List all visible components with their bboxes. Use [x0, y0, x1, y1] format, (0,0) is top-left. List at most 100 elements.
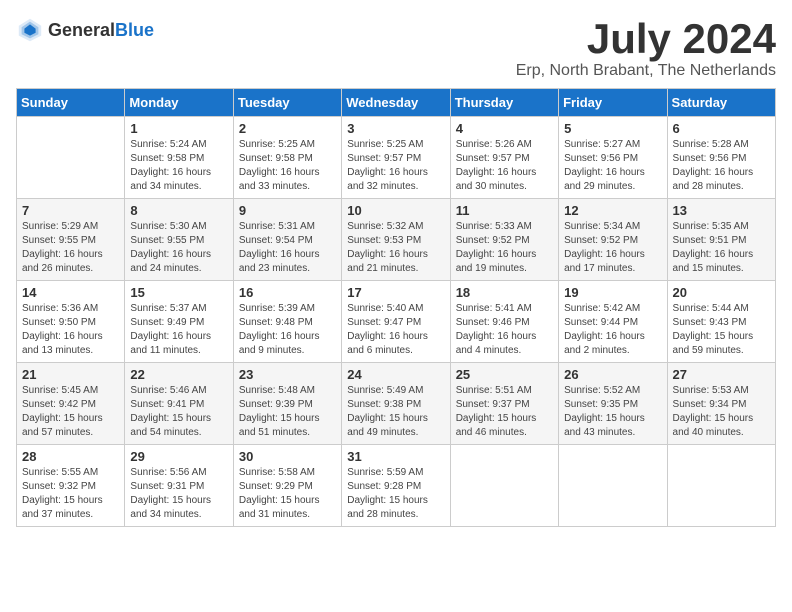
location-title: Erp, North Brabant, The Netherlands — [516, 62, 776, 80]
day-info: Sunrise: 5:33 AM Sunset: 9:52 PM Dayligh… — [456, 220, 553, 276]
day-number: 16 — [239, 285, 336, 300]
day-number: 20 — [673, 285, 770, 300]
day-number: 9 — [239, 203, 336, 218]
calendar-cell: 5 Sunrise: 5:27 AM Sunset: 9:56 PM Daylig… — [559, 117, 667, 199]
day-number: 30 — [239, 449, 336, 464]
day-info: Sunrise: 5:30 AM Sunset: 9:55 PM Dayligh… — [130, 220, 227, 276]
day-info: Sunrise: 5:28 AM Sunset: 9:56 PM Dayligh… — [673, 138, 770, 194]
day-info: Sunrise: 5:53 AM Sunset: 9:34 PM Dayligh… — [673, 384, 770, 440]
day-number: 27 — [673, 367, 770, 382]
day-info: Sunrise: 5:37 AM Sunset: 9:49 PM Dayligh… — [130, 302, 227, 358]
calendar-cell — [17, 117, 125, 199]
day-number: 12 — [564, 203, 661, 218]
calendar-cell: 3 Sunrise: 5:25 AM Sunset: 9:57 PM Daylig… — [342, 117, 450, 199]
calendar-cell: 24 Sunrise: 5:49 AM Sunset: 9:38 PM Dayli… — [342, 363, 450, 445]
header-day-friday: Friday — [559, 89, 667, 117]
calendar-cell: 29 Sunrise: 5:56 AM Sunset: 9:31 PM Dayli… — [125, 445, 233, 527]
day-info: Sunrise: 5:26 AM Sunset: 9:57 PM Dayligh… — [456, 138, 553, 194]
day-info: Sunrise: 5:44 AM Sunset: 9:43 PM Dayligh… — [673, 302, 770, 358]
day-info: Sunrise: 5:36 AM Sunset: 9:50 PM Dayligh… — [22, 302, 119, 358]
day-info: Sunrise: 5:56 AM Sunset: 9:31 PM Dayligh… — [130, 466, 227, 522]
logo-icon — [16, 16, 44, 44]
logo-text: GeneralBlue — [48, 20, 154, 41]
calendar-cell: 21Sunrise: 5:45 AM Sunset: 9:42 PM Dayli… — [17, 363, 125, 445]
day-info: Sunrise: 5:24 AM Sunset: 9:58 PM Dayligh… — [130, 138, 227, 194]
calendar-cell: 11 Sunrise: 5:33 AM Sunset: 9:52 PM Dayli… — [450, 199, 558, 281]
day-number: 3 — [347, 121, 444, 136]
day-info: Sunrise: 5:25 AM Sunset: 9:58 PM Dayligh… — [239, 138, 336, 194]
day-info: Sunrise: 5:58 AM Sunset: 9:29 PM Dayligh… — [239, 466, 336, 522]
calendar-cell — [450, 445, 558, 527]
day-number: 24 — [347, 367, 444, 382]
day-info: Sunrise: 5:45 AM Sunset: 9:42 PM Dayligh… — [22, 384, 119, 440]
day-info: Sunrise: 5:27 AM Sunset: 9:56 PM Dayligh… — [564, 138, 661, 194]
calendar-header: SundayMondayTuesdayWednesdayThursdayFrid… — [17, 89, 776, 117]
day-number: 7 — [22, 203, 119, 218]
day-number: 23 — [239, 367, 336, 382]
day-info: Sunrise: 5:34 AM Sunset: 9:52 PM Dayligh… — [564, 220, 661, 276]
header-day-sunday: Sunday — [17, 89, 125, 117]
calendar-table: SundayMondayTuesdayWednesdayThursdayFrid… — [16, 88, 776, 527]
logo-general: General — [48, 20, 115, 40]
day-number: 31 — [347, 449, 444, 464]
calendar-body: 1 Sunrise: 5:24 AM Sunset: 9:58 PM Daylig… — [17, 117, 776, 527]
calendar-cell: 2 Sunrise: 5:25 AM Sunset: 9:58 PM Daylig… — [233, 117, 341, 199]
day-info: Sunrise: 5:52 AM Sunset: 9:35 PM Dayligh… — [564, 384, 661, 440]
day-number: 26 — [564, 367, 661, 382]
day-info: Sunrise: 5:49 AM Sunset: 9:38 PM Dayligh… — [347, 384, 444, 440]
day-number: 8 — [130, 203, 227, 218]
day-info: Sunrise: 5:42 AM Sunset: 9:44 PM Dayligh… — [564, 302, 661, 358]
calendar-cell: 26 Sunrise: 5:52 AM Sunset: 9:35 PM Dayli… — [559, 363, 667, 445]
day-info: Sunrise: 5:31 AM Sunset: 9:54 PM Dayligh… — [239, 220, 336, 276]
calendar-cell: 15 Sunrise: 5:37 AM Sunset: 9:49 PM Dayli… — [125, 281, 233, 363]
day-number: 5 — [564, 121, 661, 136]
calendar-cell: 18Sunrise: 5:41 AM Sunset: 9:46 PM Dayli… — [450, 281, 558, 363]
day-info: Sunrise: 5:51 AM Sunset: 9:37 PM Dayligh… — [456, 384, 553, 440]
day-number: 29 — [130, 449, 227, 464]
week-row-5: 28Sunrise: 5:55 AM Sunset: 9:32 PM Dayli… — [17, 445, 776, 527]
header-day-wednesday: Wednesday — [342, 89, 450, 117]
calendar-cell: 17Sunrise: 5:40 AM Sunset: 9:47 PM Dayli… — [342, 281, 450, 363]
page-header: GeneralBlue July 2024 Erp, North Brabant… — [16, 16, 776, 80]
day-number: 2 — [239, 121, 336, 136]
calendar-cell: 6Sunrise: 5:28 AM Sunset: 9:56 PM Daylig… — [667, 117, 775, 199]
calendar-cell: 10Sunrise: 5:32 AM Sunset: 9:53 PM Dayli… — [342, 199, 450, 281]
day-info: Sunrise: 5:59 AM Sunset: 9:28 PM Dayligh… — [347, 466, 444, 522]
calendar-cell: 12 Sunrise: 5:34 AM Sunset: 9:52 PM Dayli… — [559, 199, 667, 281]
calendar-cell: 16Sunrise: 5:39 AM Sunset: 9:48 PM Dayli… — [233, 281, 341, 363]
header-day-saturday: Saturday — [667, 89, 775, 117]
day-number: 1 — [130, 121, 227, 136]
calendar-cell: 20 Sunrise: 5:44 AM Sunset: 9:43 PM Dayli… — [667, 281, 775, 363]
week-row-3: 14 Sunrise: 5:36 AM Sunset: 9:50 PM Dayli… — [17, 281, 776, 363]
week-row-1: 1 Sunrise: 5:24 AM Sunset: 9:58 PM Daylig… — [17, 117, 776, 199]
calendar-cell: 9 Sunrise: 5:31 AM Sunset: 9:54 PM Daylig… — [233, 199, 341, 281]
week-row-2: 7Sunrise: 5:29 AM Sunset: 9:55 PM Daylig… — [17, 199, 776, 281]
calendar-cell — [559, 445, 667, 527]
calendar-cell: 31 Sunrise: 5:59 AM Sunset: 9:28 PM Dayli… — [342, 445, 450, 527]
calendar-cell: 4 Sunrise: 5:26 AM Sunset: 9:57 PM Daylig… — [450, 117, 558, 199]
header-day-tuesday: Tuesday — [233, 89, 341, 117]
day-number: 4 — [456, 121, 553, 136]
day-info: Sunrise: 5:25 AM Sunset: 9:57 PM Dayligh… — [347, 138, 444, 194]
day-number: 19 — [564, 285, 661, 300]
day-number: 25 — [456, 367, 553, 382]
calendar-cell: 27 Sunrise: 5:53 AM Sunset: 9:34 PM Dayli… — [667, 363, 775, 445]
logo: GeneralBlue — [16, 16, 154, 44]
calendar-cell: 28Sunrise: 5:55 AM Sunset: 9:32 PM Dayli… — [17, 445, 125, 527]
day-number: 11 — [456, 203, 553, 218]
day-number: 14 — [22, 285, 119, 300]
day-number: 17 — [347, 285, 444, 300]
calendar-cell: 13Sunrise: 5:35 AM Sunset: 9:51 PM Dayli… — [667, 199, 775, 281]
calendar-cell: 1 Sunrise: 5:24 AM Sunset: 9:58 PM Daylig… — [125, 117, 233, 199]
month-title: July 2024 — [516, 16, 776, 62]
header-day-monday: Monday — [125, 89, 233, 117]
day-info: Sunrise: 5:46 AM Sunset: 9:41 PM Dayligh… — [130, 384, 227, 440]
day-number: 15 — [130, 285, 227, 300]
day-number: 22 — [130, 367, 227, 382]
calendar-cell: 8 Sunrise: 5:30 AM Sunset: 9:55 PM Daylig… — [125, 199, 233, 281]
calendar-cell: 14 Sunrise: 5:36 AM Sunset: 9:50 PM Dayli… — [17, 281, 125, 363]
week-row-4: 21Sunrise: 5:45 AM Sunset: 9:42 PM Dayli… — [17, 363, 776, 445]
calendar-cell: 30 Sunrise: 5:58 AM Sunset: 9:29 PM Dayli… — [233, 445, 341, 527]
calendar-cell: 23Sunrise: 5:48 AM Sunset: 9:39 PM Dayli… — [233, 363, 341, 445]
calendar-cell — [667, 445, 775, 527]
